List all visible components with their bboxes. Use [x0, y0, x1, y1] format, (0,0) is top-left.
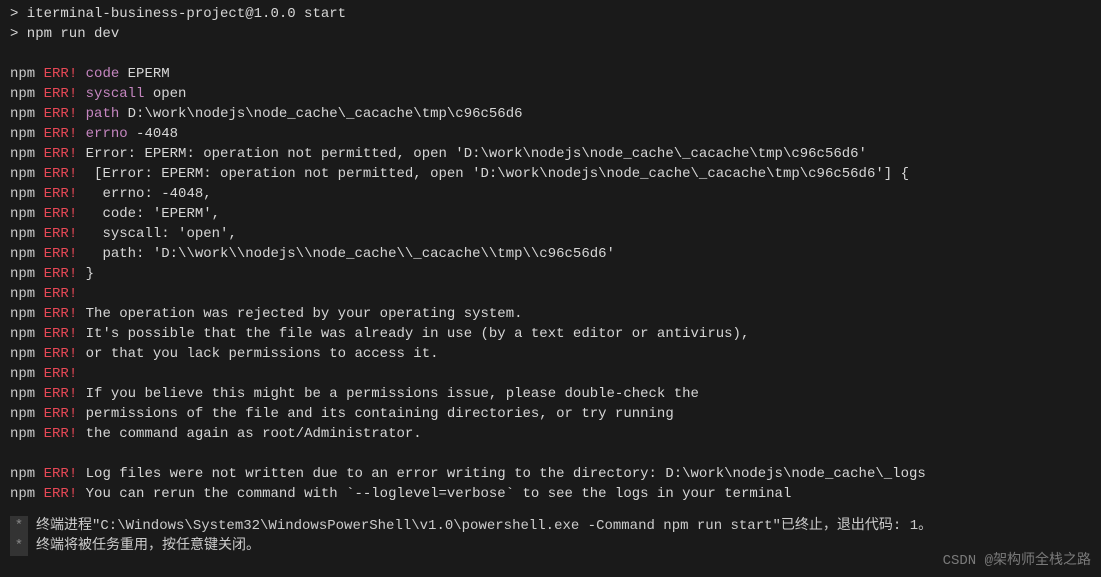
command-line: > iterminal-business-project@1.0.0 start [10, 4, 1091, 24]
error-line: npm ERR! [Error: EPERM: operation not pe… [10, 164, 1091, 184]
terminal-status: *终端进程"C:\Windows\System32\WindowsPowerSh… [0, 514, 1101, 562]
error-line: npm ERR! path D:\work\nodejs\node_cache\… [10, 104, 1091, 124]
error-line: npm ERR! It's possible that the file was… [10, 324, 1091, 344]
error-line: npm ERR! path: 'D:\\work\\nodejs\\node_c… [10, 244, 1091, 264]
status-line: *终端进程"C:\Windows\System32\WindowsPowerSh… [10, 516, 1091, 536]
command-line: > npm run dev [10, 24, 1091, 44]
error-line: npm ERR! [10, 364, 1091, 384]
terminal-output[interactable]: > iterminal-business-project@1.0.0 start… [0, 0, 1101, 508]
error-line: npm ERR! The operation was rejected by y… [10, 304, 1091, 324]
error-line: npm ERR! code: 'EPERM', [10, 204, 1091, 224]
status-line: *终端将被任务重用，按任意键关闭。 [10, 536, 1091, 556]
error-line: npm ERR! errno: -4048, [10, 184, 1091, 204]
error-line: npm ERR! code EPERM [10, 64, 1091, 84]
error-line: npm ERR! errno -4048 [10, 124, 1091, 144]
error-line: npm ERR! or that you lack permissions to… [10, 344, 1091, 364]
error-line: npm ERR! syscall: 'open', [10, 224, 1091, 244]
error-line: npm ERR! } [10, 264, 1091, 284]
blank-line [10, 444, 1091, 464]
error-line: npm ERR! [10, 284, 1091, 304]
bullet-icon: * [10, 536, 28, 556]
error-line: npm ERR! Error: EPERM: operation not per… [10, 144, 1091, 164]
error-line: npm ERR! Log files were not written due … [10, 464, 1091, 484]
error-line: npm ERR! You can rerun the command with … [10, 484, 1091, 504]
error-line: npm ERR! If you believe this might be a … [10, 384, 1091, 404]
watermark: CSDN @架构师全栈之路 [943, 551, 1091, 571]
error-line: npm ERR! permissions of the file and its… [10, 404, 1091, 424]
bullet-icon: * [10, 516, 28, 536]
error-line: npm ERR! syscall open [10, 84, 1091, 104]
error-line: npm ERR! the command again as root/Admin… [10, 424, 1091, 444]
blank-line [10, 44, 1091, 64]
